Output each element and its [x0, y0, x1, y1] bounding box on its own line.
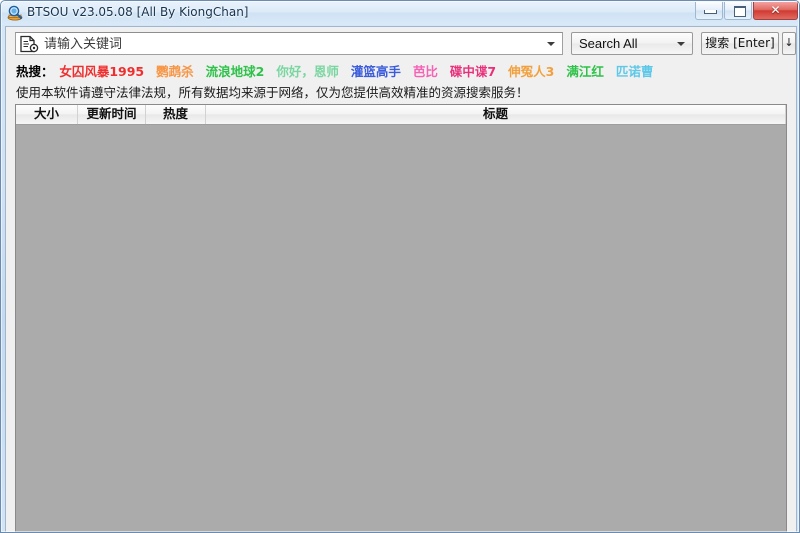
hot-search-bar: 热搜： 女囚风暴1995 鹦鹉杀 流浪地球2 你好，恩师 灌篮高手 芭比 碟中谍7 伸冤人3 满… — [6, 61, 796, 83]
app-icon — [6, 5, 24, 21]
search-dropdown-button[interactable] — [542, 33, 560, 54]
hot-search-item[interactable]: 碟中谍7 — [450, 64, 496, 79]
hot-search-item[interactable]: 流浪地球2 — [206, 64, 265, 79]
document-gear-icon — [18, 35, 40, 53]
search-combobox[interactable] — [15, 32, 563, 55]
minimize-button[interactable] — [695, 2, 723, 20]
hot-search-item[interactable]: 灌篮高手 — [351, 64, 401, 79]
hot-search-item[interactable]: 你好，恩师 — [276, 64, 339, 79]
column-header-cell[interactable]: 标题 — [206, 105, 786, 124]
application-window: BTSOU v23.05.08 [All By KiongChan] ✕ 请输入… — [0, 0, 800, 533]
close-icon: ✕ — [770, 3, 781, 17]
hot-search-item[interactable]: 芭比 — [413, 64, 438, 79]
column-header-cell[interactable]: 大小 — [16, 105, 78, 124]
column-header-label: 标题 — [482, 106, 508, 121]
search-input[interactable] — [44, 35, 534, 53]
hot-search-item[interactable]: 女囚风暴1995 — [59, 64, 144, 79]
search-scope-select[interactable]: Search All — [571, 32, 693, 55]
hot-search-label: 热搜： — [16, 64, 54, 79]
scope-dropdown-arrow — [674, 33, 688, 54]
column-header-cell[interactable]: 更新时间 — [78, 105, 146, 124]
results-empty-area[interactable] — [16, 125, 786, 532]
results-column-header[interactable]: 大小 更新时间 热度 标题 — [16, 105, 786, 125]
title-bar: BTSOU v23.05.08 [All By KiongChan] ✕ — [1, 1, 799, 25]
client-area: Search All 搜索 [Enter] ↓ 热搜： 女囚风暴1995 鹦鹉杀流… — [5, 26, 797, 532]
hot-search-item[interactable]: 匹诺曹 — [616, 64, 654, 79]
minimize-icon — [704, 10, 717, 14]
window-title: BTSOU v23.05.08 [All By KiongChan] — [27, 5, 249, 19]
chevron-down-icon — [677, 41, 685, 46]
legal-notice: 使用本软件请遵守法律法规，所有数据均来源于网络，仅为您提供高效精准的资源搜索服务… — [6, 83, 796, 104]
more-options-button[interactable]: ↓ — [782, 32, 796, 55]
maximize-icon — [734, 6, 746, 17]
maximize-button[interactable] — [724, 2, 752, 20]
hot-search-item[interactable]: 鹦鹉杀 — [156, 64, 194, 79]
column-header-label: 大小 — [33, 106, 59, 121]
hot-search-item[interactable]: 伸冤人3 — [508, 64, 554, 79]
column-header-cell[interactable]: 热度 — [146, 105, 206, 124]
toolbar: Search All 搜索 [Enter] ↓ — [6, 27, 796, 61]
column-header-label: 更新时间 — [86, 106, 137, 121]
column-header-label: 热度 — [162, 106, 188, 121]
search-scope-value: Search All — [579, 36, 638, 51]
chevron-down-icon — [547, 41, 555, 46]
hot-search-items: 女囚风暴1995 鹦鹉杀 流浪地球2 你好，恩师 灌篮高手 芭比 碟中谍7 伸冤人3 满江红 匹诺… — [59, 64, 665, 79]
window-controls: ✕ — [694, 2, 798, 20]
close-button[interactable]: ✕ — [753, 2, 798, 20]
results-list[interactable]: 大小 更新时间 热度 标题 — [15, 104, 787, 532]
hot-search-item[interactable]: 满江红 — [566, 64, 604, 79]
search-button[interactable]: 搜索 [Enter] — [701, 32, 779, 55]
